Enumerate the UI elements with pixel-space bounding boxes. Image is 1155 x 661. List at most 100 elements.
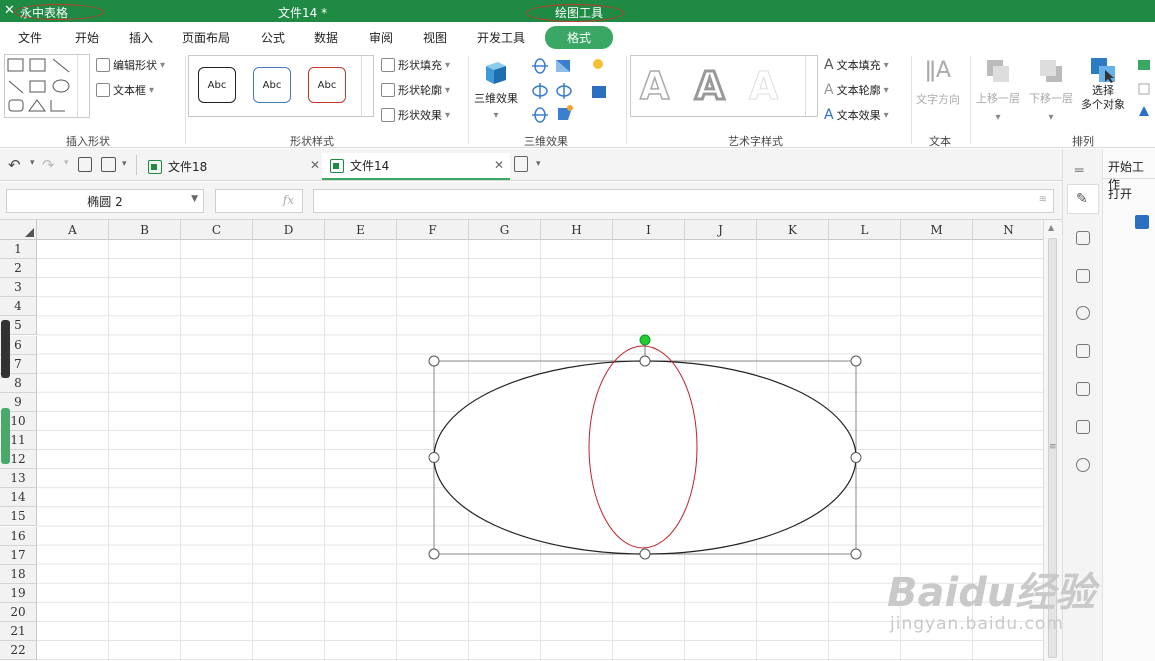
print-preview-icon[interactable] (78, 157, 92, 172)
chevron-down-icon: ▾ (445, 84, 451, 96)
tab-view[interactable]: 视图 (423, 29, 447, 46)
wordart-style-bold-outline[interactable]: A (693, 63, 725, 110)
chevron-down-icon[interactable]: ▾ (122, 159, 127, 169)
shape-style-black[interactable]: Abc (198, 67, 236, 103)
chevron-down-icon: ▾ (493, 110, 499, 121)
three-d-effects-button[interactable]: 三维效果 ▾ (474, 58, 518, 121)
shape-effects-icon (381, 108, 395, 122)
shape-gallery-scroll[interactable] (77, 55, 89, 117)
app-logo-icon: ✕ (4, 3, 15, 18)
text-box-button[interactable]: 文本框 ▾ (96, 82, 154, 98)
undo-icon[interactable]: ↶ (8, 156, 21, 174)
shapes-grid-icon (7, 58, 70, 112)
tab-home[interactable]: 开始 (75, 29, 99, 46)
left-panel-grip-dark[interactable] (1, 320, 10, 378)
wordart-style-outline[interactable]: A (639, 63, 670, 109)
open-link[interactable]: 打开 (1108, 185, 1132, 202)
ribbon: 编辑形状 ▾ 文本框 ▾ 插入形状 Abc Abc Abc 形状填充 ▾ 形状轮… (0, 50, 1155, 148)
clock-icon[interactable] (1076, 306, 1090, 320)
clipboard-icon[interactable] (1076, 344, 1090, 358)
edit-shape-button[interactable]: 编辑形状 ▾ (96, 57, 165, 73)
expand-formula-icon[interactable]: ≋ (1039, 194, 1047, 205)
tab-developer[interactable]: 开发工具 (477, 29, 525, 46)
text-outline-icon: A (824, 82, 834, 98)
edit-shape-icon (96, 58, 110, 72)
app-name: 永中表格 (20, 6, 69, 20)
close-tab-icon[interactable]: ✕ (494, 158, 504, 172)
wordart-gallery-scroll[interactable] (805, 56, 817, 116)
edit-icon[interactable] (1076, 420, 1090, 434)
select-multiple-objects-button[interactable]: 选择 多个对象 (1081, 56, 1125, 112)
scroll-up-icon[interactable]: ▲ (1048, 223, 1054, 232)
scroll-grip-icon: ≡ (1049, 442, 1057, 452)
chevron-down-icon[interactable]: ▼ (191, 194, 198, 204)
shape-effects-button[interactable]: 形状效果 ▾ (381, 107, 450, 123)
tab-insert[interactable]: 插入 (129, 29, 153, 46)
left-panel-grip-green[interactable] (1, 408, 10, 464)
formula-input[interactable]: ≋ (313, 189, 1054, 213)
tab-file[interactable]: 文件 (18, 29, 42, 46)
close-tab-icon[interactable]: ✕ (310, 158, 320, 172)
function-box[interactable]: fx (215, 189, 303, 213)
doc-tab-file18[interactable]: 文件18 (140, 153, 324, 180)
select-objects-icon (1091, 58, 1115, 83)
chevron-down-icon[interactable]: ▾ (30, 158, 35, 168)
text-effects-button[interactable]: A 文本效果 ▾ (824, 107, 889, 123)
selected-ellipse[interactable] (433, 360, 857, 555)
new-document-icon[interactable] (514, 156, 528, 172)
help-icon[interactable] (1076, 458, 1090, 472)
sliders-icon[interactable] (1076, 231, 1090, 245)
text-fill-button[interactable]: A 文本填充 ▾ (824, 57, 889, 73)
shape-style-red[interactable]: Abc (308, 67, 346, 103)
text-direction-icon: ǁA (925, 58, 951, 83)
formula-bar: 椭圆 2 ▼ fx ≋ (0, 182, 1062, 220)
shape-style-blue[interactable]: Abc (253, 67, 291, 103)
group-label-wordart: 艺术字样式 (728, 135, 783, 148)
menu-bar: 文件 开始 插入 页面布局 公式 数据 审阅 视图 开发工具 格式 (0, 22, 1155, 50)
align-icons[interactable] (1136, 58, 1152, 118)
rotation-handle[interactable] (639, 334, 651, 346)
text-fill-icon: A (824, 57, 834, 73)
doc-tab-file14[interactable]: 文件14 (322, 153, 510, 180)
fx-icon: fx (282, 193, 294, 207)
pencil-icon[interactable]: ✎ (1076, 191, 1088, 207)
shape-fill-button[interactable]: 形状填充 ▾ (381, 57, 450, 73)
tab-format[interactable]: 格式 (545, 26, 614, 49)
wordart-gallery[interactable]: A A A (630, 55, 818, 117)
group-separator (911, 56, 912, 144)
text-outline-button[interactable]: A 文本轮廓 ▾ (824, 82, 889, 98)
name-box[interactable]: 椭圆 2 ▼ (6, 189, 204, 213)
chevron-down-icon[interactable]: ▾ (536, 159, 541, 169)
tab-review[interactable]: 审阅 (369, 29, 393, 46)
bring-forward-button[interactable]: 上移一层 ▾ (976, 58, 1020, 123)
shape-style-gallery-scroll[interactable] (361, 56, 373, 116)
context-tool-label: 绘图工具 (555, 6, 604, 20)
watermark-url: jingyan.baidu.com (890, 614, 1064, 634)
tab-data[interactable]: 数据 (314, 29, 338, 46)
document-title: 文件14 * (278, 6, 328, 20)
divider (1103, 178, 1155, 179)
separator (136, 155, 137, 175)
group-separator (626, 56, 627, 144)
send-backward-button[interactable]: 下移一层 ▾ (1029, 58, 1073, 123)
group-label-shape-styles: 形状样式 (290, 135, 334, 148)
panel-menu-icon[interactable]: ═ (1075, 163, 1083, 179)
tab-formula[interactable]: 公式 (261, 29, 285, 46)
text-direction-button[interactable]: ǁA 文字方向 (916, 58, 960, 107)
tab-page-layout[interactable]: 页面布局 (182, 29, 230, 46)
chevron-down-icon: ▾ (883, 109, 889, 121)
chevron-down-icon: ▾ (160, 59, 166, 71)
shape-gallery[interactable] (4, 54, 90, 118)
shape-style-gallery[interactable]: Abc Abc Abc (188, 55, 374, 117)
pen-outline-icon (381, 83, 395, 97)
chevron-down-icon[interactable]: ▾ (64, 158, 69, 168)
redo-icon[interactable]: ↷ (42, 156, 55, 174)
save-icon[interactable] (101, 157, 116, 172)
wordart-style-light[interactable]: A (748, 64, 778, 109)
shape-outline-button[interactable]: 形状轮廓 ▾ (381, 82, 450, 98)
open-document-icon[interactable] (1135, 215, 1149, 229)
copy-icon[interactable] (1076, 382, 1090, 396)
chevron-down-icon: ▾ (883, 59, 889, 71)
cube-icon[interactable] (1076, 269, 1090, 283)
three-d-tilt-icons[interactable] (530, 56, 620, 126)
